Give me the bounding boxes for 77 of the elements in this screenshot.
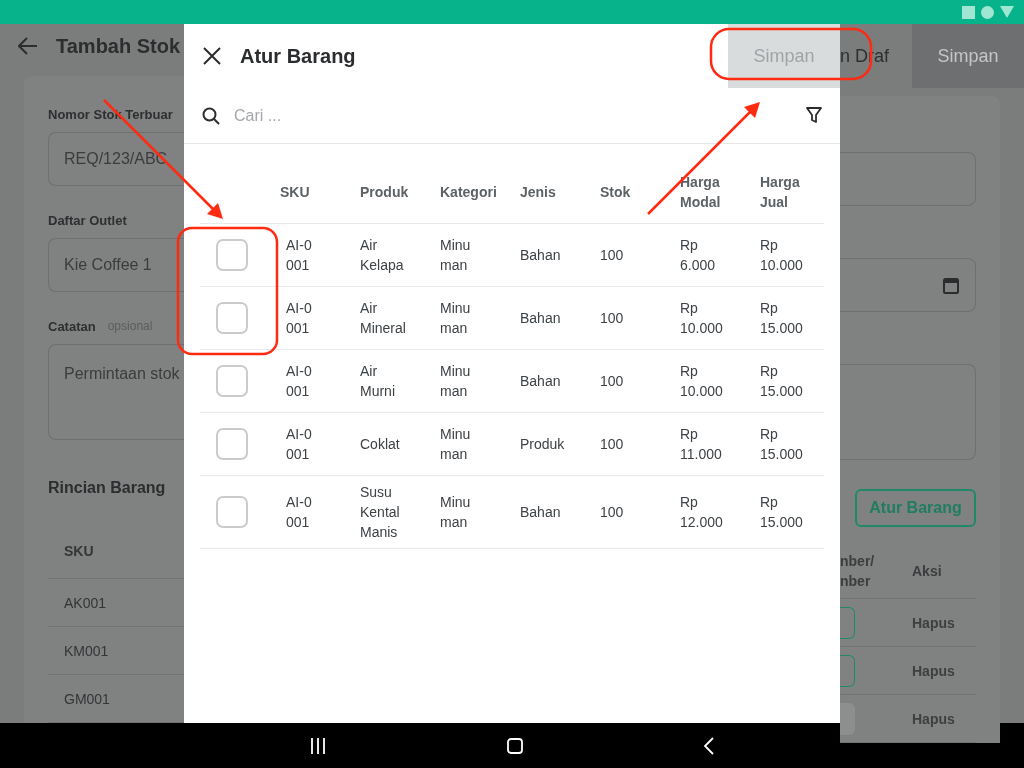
table-cell-text: Bahan bbox=[520, 372, 562, 391]
column-header: nber/ nber bbox=[840, 552, 876, 591]
column-header: SKU bbox=[63, 543, 94, 559]
text-field[interactable] bbox=[840, 364, 976, 460]
table-cell-text: Minuman bbox=[440, 425, 472, 464]
calendar-icon[interactable] bbox=[943, 276, 959, 294]
back-icon[interactable] bbox=[703, 736, 714, 755]
table-cell-text: Air Kelapa bbox=[360, 236, 405, 275]
back-arrow-icon[interactable] bbox=[18, 37, 38, 55]
page-title: Tambah Stok bbox=[56, 34, 181, 58]
column-header: Harga Modal bbox=[680, 172, 722, 212]
table-cell-text: GM001 bbox=[63, 690, 110, 707]
table-cell-text: Bahan bbox=[520, 309, 562, 328]
column-header: Kategori bbox=[440, 182, 498, 202]
table-cell-text: AK001 bbox=[63, 594, 107, 611]
table-cell-text: AI-0001 bbox=[286, 362, 313, 401]
checkbox[interactable] bbox=[216, 239, 248, 271]
column-header: SKU bbox=[280, 182, 311, 202]
table-cell-text: Bahan bbox=[520, 246, 562, 265]
table-cell-text: AI-0001 bbox=[286, 299, 313, 338]
table-cell-text: Rp 15.000 bbox=[760, 493, 804, 532]
recent-apps-icon[interactable] bbox=[310, 736, 327, 755]
quantity-field[interactable] bbox=[840, 654, 855, 687]
table-cell-text: Minuman bbox=[440, 493, 472, 532]
triangle-status-icon bbox=[1000, 6, 1014, 18]
home-icon[interactable] bbox=[507, 737, 523, 754]
close-icon[interactable] bbox=[202, 46, 222, 66]
save-button[interactable]: Simpan bbox=[912, 24, 1024, 88]
table-cell-text: Rp 10.000 bbox=[680, 362, 724, 401]
table-cell-text: Air Murni bbox=[360, 362, 396, 401]
checkbox[interactable] bbox=[216, 496, 248, 528]
filter-icon[interactable] bbox=[806, 107, 822, 124]
field-label: Daftar Outlet bbox=[48, 211, 127, 230]
table-cell-text: Minuman bbox=[440, 299, 472, 338]
checkbox[interactable] bbox=[216, 302, 248, 334]
table-cell-text: 100 bbox=[600, 246, 625, 265]
table-cell-text: 100 bbox=[600, 435, 625, 454]
table-cell-text: Minuman bbox=[440, 362, 472, 401]
circle-status-icon bbox=[981, 5, 994, 19]
table-cell-text: AI-0001 bbox=[286, 493, 313, 532]
column-header: Jenis bbox=[520, 182, 557, 202]
field-label: Catatan bbox=[48, 317, 96, 336]
table-cell-text: 100 bbox=[600, 309, 625, 328]
table-cell-text: Produk bbox=[520, 435, 566, 454]
table-cell-text: 100 bbox=[600, 503, 625, 522]
quantity-field[interactable] bbox=[840, 606, 855, 639]
table-cell-text: Rp 15.000 bbox=[760, 425, 804, 464]
table-cell-text: AI-0001 bbox=[286, 236, 313, 275]
table-cell-text: Bahan bbox=[520, 503, 562, 522]
table-cell-text: Rp 12.000 bbox=[680, 493, 724, 532]
table-cell-text: Air Mineral bbox=[360, 299, 407, 338]
table-cell-text: Susu Kental Manis bbox=[360, 483, 401, 542]
table-cell-text: AI-0001 bbox=[286, 425, 313, 464]
delete-link[interactable]: Hapus bbox=[912, 614, 955, 631]
delete-link[interactable]: Hapus bbox=[912, 662, 955, 679]
column-header: Aksi bbox=[912, 563, 942, 579]
table-cell-text: Minuman bbox=[440, 236, 472, 275]
checkbox[interactable] bbox=[216, 365, 248, 397]
square-status-icon bbox=[962, 5, 975, 19]
section-title: Rincian Barang bbox=[48, 479, 166, 497]
column-header: Produk bbox=[360, 182, 410, 202]
table-cell-text: Coklat bbox=[360, 435, 401, 454]
table-cell-text: Rp 10.000 bbox=[680, 299, 724, 338]
text-field[interactable] bbox=[840, 152, 976, 206]
table-cell-text: Rp 11.000 bbox=[680, 425, 723, 464]
table-cell-text: Rp 15.000 bbox=[760, 299, 804, 338]
column-header: Stok bbox=[600, 182, 632, 202]
table-cell-text: Rp 15.000 bbox=[760, 362, 804, 401]
dialog-title: Atur Barang bbox=[240, 44, 357, 68]
column-header: Harga Jual bbox=[760, 172, 801, 212]
table-cell-text: Rp 10.000 bbox=[760, 236, 804, 275]
search-icon bbox=[202, 106, 220, 125]
table-cell-text: Rp 6.000 bbox=[680, 236, 717, 275]
table-cell-text: 100 bbox=[600, 372, 625, 391]
text-field[interactable] bbox=[840, 258, 976, 312]
checkbox[interactable] bbox=[216, 428, 248, 460]
table-cell-text: KM001 bbox=[63, 642, 109, 659]
